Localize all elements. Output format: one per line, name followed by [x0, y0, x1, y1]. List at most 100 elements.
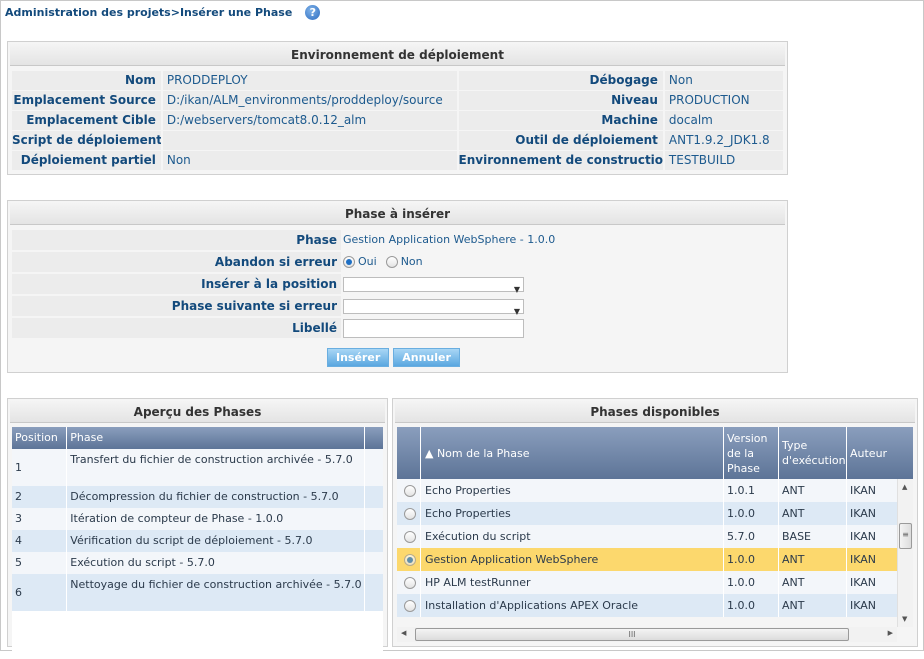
table-row[interactable]: 1 Transfert du fichier de construction ar…	[12, 449, 383, 486]
select-phase-radio[interactable]	[404, 599, 416, 612]
table-row[interactable]: 5 Exécution du script - 5.7.0	[12, 552, 383, 574]
table-row[interactable]: 6 Nettoyage du fichier de construction ar…	[12, 574, 383, 611]
type-cell: ANT	[779, 502, 847, 525]
version-cell: 1.0.0	[724, 594, 779, 617]
phase-cell: Itération de compteur de Phase - 1.0.0	[67, 508, 366, 530]
available-phases-table: ▲ Nom de la Phase Version de la Phase Ty…	[397, 427, 913, 617]
next-phase-select[interactable]: ▼	[343, 298, 524, 316]
table-row[interactable]: 4 Vérification du script de déploiement -…	[12, 530, 383, 552]
phase-name-cell: HP ALM testRunner	[421, 571, 724, 594]
libelle-input[interactable]	[343, 318, 524, 338]
abort-oui-label[interactable]: Oui	[358, 252, 377, 272]
environment-row: Emplacement Cible D:/webservers/tomcat8.0…	[12, 111, 783, 130]
phase-name-cell: Gestion Application WebSphere	[421, 548, 724, 571]
author-cell: IKAN	[850, 599, 877, 612]
abort-oui-radio[interactable]	[343, 256, 355, 268]
insert-phase-title: Phase à insérer	[10, 203, 785, 225]
phase-overview-panel: Aperçu des Phases Position Phase 1 Transf…	[7, 398, 388, 659]
position-select[interactable]: ▼	[343, 276, 524, 294]
version-cell: 1.0.0	[724, 548, 779, 571]
type-cell: ANT	[779, 548, 847, 571]
table-row[interactable]: Exécution du script 5.7.0 BASE IKAN	[397, 525, 913, 548]
field-label: Environnement de construction	[458, 151, 663, 170]
abort-row: Abandon si erreur Oui Non	[12, 252, 783, 272]
select-phase-radio[interactable]	[404, 507, 416, 520]
table-row[interactable]: 3 Itération de compteur de Phase - 1.0.0	[12, 508, 383, 530]
available-phases-title: Phases disponibles	[395, 401, 915, 423]
field-label: Déploiement partiel	[12, 151, 161, 170]
scroll-left-icon[interactable]: ◀	[401, 629, 406, 637]
version-cell: 1.0.1	[724, 479, 779, 502]
help-icon[interactable]: ?	[305, 5, 321, 20]
next-phase-row: Phase suivante si erreur ▼	[12, 296, 783, 316]
select-phase-radio[interactable]	[404, 484, 416, 497]
position-cell: 4	[12, 530, 68, 552]
scroll-right-icon[interactable]: ▶	[888, 629, 893, 637]
position-label: Insérer à la position	[12, 274, 341, 294]
select-phase-radio[interactable]	[404, 576, 416, 589]
author-cell: IKAN	[850, 507, 877, 520]
phase-cell: Décompression du fichier de construction…	[67, 486, 366, 508]
type-cell: BASE	[779, 525, 847, 548]
horizontal-scrollbar[interactable]: ◀ III ▶	[397, 627, 897, 642]
table-row[interactable]: Echo Properties 1.0.1 ANT IKAN	[397, 479, 913, 502]
select-phase-radio[interactable]	[404, 530, 416, 543]
column-header-version[interactable]: Version de la Phase	[724, 427, 779, 479]
field-label: Machine	[458, 111, 663, 130]
available-phases-panel: Phases disponibles ▲ Nom de la Phase Ver…	[392, 398, 918, 647]
insert-button[interactable]: Insérer	[327, 348, 390, 367]
scroll-thumb[interactable]: ≡	[899, 523, 912, 549]
environment-row: Script de déploiement Outil de déploiemen…	[12, 131, 783, 150]
table-row[interactable]: HP ALM testRunner 1.0.0 ANT IKAN	[397, 571, 913, 594]
scroll-thumb-horizontal[interactable]: III	[415, 628, 849, 641]
vertical-scrollbar[interactable]: ▲ ≡ ▼	[897, 479, 913, 627]
environment-title: Environnement de déploiement	[10, 44, 785, 66]
breadcrumb-text[interactable]: Administration des projets>Insérer une P…	[5, 6, 292, 19]
field-label: Débogage	[458, 71, 663, 90]
dropdown-arrow-icon[interactable]: ▼	[514, 302, 520, 322]
position-cell: 2	[12, 486, 68, 508]
field-value: D:/ikan/ALM_environments/proddeploy/sour…	[162, 91, 457, 110]
table-row[interactable]: Installation d'Applications APEX Oracle 1…	[397, 594, 913, 617]
cancel-button[interactable]: Annuler	[393, 348, 460, 367]
table-row[interactable]: Gestion Application WebSphere 1.0.0 ANT IKA…	[397, 548, 913, 571]
phase-overview-table: Position Phase 1 Transfert du fichier de …	[12, 427, 383, 659]
column-header-author[interactable]: Auteur	[847, 427, 903, 479]
position-row: Insérer à la position ▼	[12, 274, 783, 294]
scroll-up-icon[interactable]: ▲	[902, 483, 907, 491]
version-cell: 5.7.0	[724, 525, 779, 548]
table-row[interactable]: Echo Properties 1.0.0 ANT IKAN	[397, 502, 913, 525]
field-value: ANT1.9.2_JDK1.8	[664, 131, 783, 150]
field-label: Script de déploiement	[12, 131, 161, 150]
phase-overview-title: Aperçu des Phases	[10, 401, 385, 423]
column-header-position[interactable]: Position	[12, 427, 68, 449]
phase-row: Phase Gestion Application WebSphere - 1.…	[12, 230, 783, 250]
label-row: Libellé	[12, 318, 783, 338]
phase-cell: Exécution du script - 5.7.0	[67, 552, 366, 574]
next-phase-label: Phase suivante si erreur	[12, 296, 341, 316]
column-header-phase[interactable]: Phase	[67, 427, 366, 449]
field-label: Emplacement Cible	[12, 111, 161, 130]
environment-row: Nom PRODDEPLOY Débogage Non	[12, 71, 783, 90]
field-label: Emplacement Source	[12, 91, 161, 110]
libelle-label: Libellé	[12, 318, 341, 338]
field-value: docalm	[664, 111, 783, 130]
phase-label: Phase	[12, 230, 341, 250]
scroll-down-icon[interactable]: ▼	[902, 615, 907, 623]
phase-value: Gestion Application WebSphere - 1.0.0	[343, 233, 556, 246]
table-header: Position Phase	[12, 427, 383, 449]
column-header-name[interactable]: ▲ Nom de la Phase	[421, 427, 724, 479]
abort-non-label[interactable]: Non	[401, 252, 423, 272]
select-phase-radio[interactable]	[404, 553, 416, 566]
phase-name-cell: Installation d'Applications APEX Oracle	[421, 594, 724, 617]
abort-non-radio[interactable]	[385, 256, 398, 268]
column-header-type[interactable]: Type d'exécution	[779, 427, 847, 479]
environment-row: Emplacement Source D:/ikan/ALM_environmen…	[12, 91, 783, 110]
insert-phase-panel: Phase à insérer Phase Gestion Applicatio…	[7, 200, 788, 373]
table-header: ▲ Nom de la Phase Version de la Phase Ty…	[397, 427, 913, 479]
phase-name-cell: Echo Properties	[421, 502, 724, 525]
dropdown-arrow-icon[interactable]: ▼	[514, 280, 520, 300]
table-row[interactable]: 2 Décompression du fichier de constructio…	[12, 486, 383, 508]
field-value: TESTBUILD	[664, 151, 783, 170]
version-cell: 1.0.0	[724, 571, 779, 594]
